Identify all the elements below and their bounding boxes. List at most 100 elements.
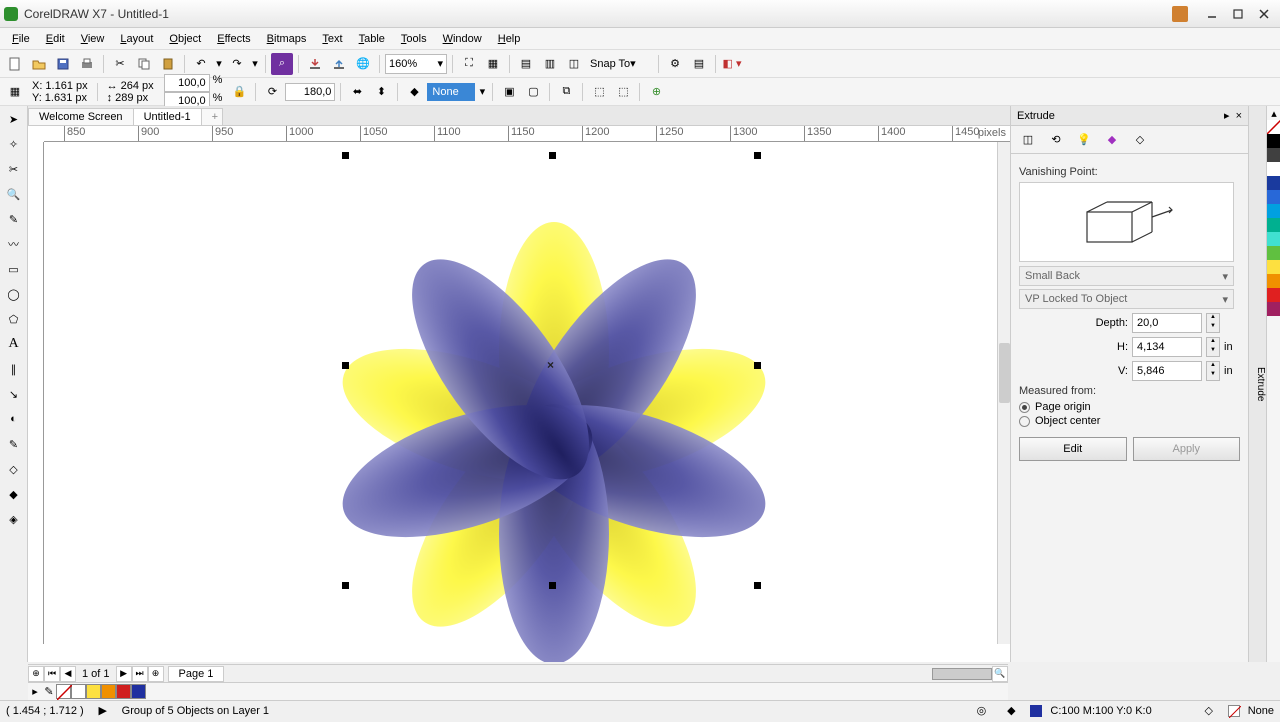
page-add2-icon[interactable]: ⊕ xyxy=(148,666,164,682)
connector-tool[interactable]: ↘ xyxy=(3,383,25,405)
page-next-icon[interactable]: ▶ xyxy=(116,666,132,682)
menu-bitmaps[interactable]: Bitmaps xyxy=(259,31,315,47)
artistic-tool[interactable]: 〰 xyxy=(3,233,25,255)
h-spinner[interactable]: ▲▼ xyxy=(1206,337,1220,357)
menu-effects[interactable]: Effects xyxy=(209,31,258,47)
publish-icon[interactable]: 🌐 xyxy=(352,53,374,75)
ungroup-all-icon[interactable]: ⬚ xyxy=(612,81,634,103)
open-icon[interactable] xyxy=(28,53,50,75)
doc-swatch[interactable] xyxy=(131,684,146,699)
selection-handle[interactable] xyxy=(754,362,761,369)
interactive-fill-tool[interactable]: ◈ xyxy=(3,508,25,530)
menu-help[interactable]: Help xyxy=(490,31,529,47)
menu-table[interactable]: Table xyxy=(351,31,393,47)
ungroup-icon[interactable]: ⬚ xyxy=(588,81,610,103)
redo-dropdown[interactable]: ▾ xyxy=(250,53,260,75)
search-icon[interactable]: ⌕ xyxy=(271,53,293,75)
scrollbar-vertical[interactable] xyxy=(997,142,1010,644)
guides-icon[interactable]: ▥ xyxy=(539,53,561,75)
menu-layout[interactable]: Layout xyxy=(112,31,161,47)
save-icon[interactable] xyxy=(52,53,74,75)
export-icon[interactable] xyxy=(328,53,350,75)
v-input[interactable] xyxy=(1132,361,1202,381)
maximize-button[interactable] xyxy=(1226,5,1250,23)
polygon-tool[interactable]: ⬠ xyxy=(3,308,25,330)
page-tab[interactable]: Page 1 xyxy=(168,666,225,682)
lock-ratio-icon[interactable]: 🔒 xyxy=(228,81,250,103)
fill-tool[interactable]: ◆ xyxy=(3,483,25,505)
page-prev-icon[interactable]: ◀ xyxy=(60,666,76,682)
palette-swatch[interactable] xyxy=(1267,246,1280,260)
wrap-icon[interactable]: ⧉ xyxy=(555,81,577,103)
status-fill-icon[interactable]: ◆ xyxy=(1000,700,1022,722)
depth-spinner[interactable]: ▲▼ xyxy=(1206,313,1220,333)
mirror-v-icon[interactable]: ⬍ xyxy=(370,81,392,103)
zoom-page-icon[interactable]: 🔍 xyxy=(992,666,1008,682)
print-icon[interactable] xyxy=(76,53,98,75)
launch-icon[interactable]: ▤ xyxy=(688,53,710,75)
to-back-icon[interactable]: ▢ xyxy=(522,81,544,103)
fullscreen-icon[interactable]: ⛶ xyxy=(458,53,480,75)
palette-swatch[interactable] xyxy=(1267,162,1280,176)
ellipse-tool[interactable]: ◯ xyxy=(3,283,25,305)
outline-tool[interactable]: ◇ xyxy=(3,458,25,480)
paste-icon[interactable] xyxy=(157,53,179,75)
preset-select[interactable]: Small Back▾ xyxy=(1019,266,1234,286)
undo-icon[interactable]: ↶ xyxy=(190,53,212,75)
fill-select[interactable]: None xyxy=(427,83,475,101)
palette-swatch[interactable] xyxy=(1267,232,1280,246)
doc-swatch[interactable] xyxy=(86,684,101,699)
extrude-camera-icon[interactable]: ◫ xyxy=(1017,129,1039,151)
snap-to-select[interactable]: Snap To ▾ xyxy=(587,54,653,74)
doc-swatch[interactable] xyxy=(71,684,86,699)
palette-swatch[interactable] xyxy=(1267,148,1280,162)
palette-swatch[interactable] xyxy=(1267,176,1280,190)
menu-tools[interactable]: Tools xyxy=(393,31,435,47)
parallel-tool[interactable]: ∥ xyxy=(3,358,25,380)
position-icon[interactable]: ▦ xyxy=(4,81,26,103)
menu-window[interactable]: Window xyxy=(435,31,490,47)
v-spinner[interactable]: ▲▼ xyxy=(1206,361,1220,381)
radio-object-center[interactable]: Object center xyxy=(1019,415,1240,427)
redo-icon[interactable]: ↷ xyxy=(226,53,248,75)
palette-swatch[interactable] xyxy=(1267,302,1280,316)
palette-swatch[interactable] xyxy=(1267,204,1280,218)
docker-side-tab[interactable]: Extrude xyxy=(1248,106,1266,662)
canvas[interactable]: × xyxy=(44,142,1010,662)
docker-close-icon[interactable]: × xyxy=(1236,110,1242,122)
snap-icon[interactable]: ◫ xyxy=(563,53,585,75)
menu-file[interactable]: File xyxy=(4,31,38,47)
palette-swatch[interactable] xyxy=(1267,134,1280,148)
palette-none-icon[interactable] xyxy=(1267,120,1280,134)
freehand-tool[interactable]: ✎ xyxy=(3,208,25,230)
radio-page-origin[interactable]: Page origin xyxy=(1019,401,1240,413)
scale-x-input[interactable] xyxy=(164,74,210,92)
status-outline-icon[interactable]: ◇ xyxy=(1198,700,1220,722)
extrude-rotation-icon[interactable]: ⟲ xyxy=(1045,129,1067,151)
rotation-input[interactable] xyxy=(285,83,335,101)
shape-tool[interactable]: ✧ xyxy=(3,133,25,155)
cut-icon[interactable]: ✂ xyxy=(109,53,131,75)
close-button[interactable] xyxy=(1252,5,1276,23)
fill-dropdown[interactable]: ▾ xyxy=(477,81,487,103)
selection-handle[interactable] xyxy=(342,362,349,369)
status-play-icon[interactable]: ▶ xyxy=(92,700,114,722)
mirror-h-icon[interactable]: ⬌ xyxy=(346,81,368,103)
zoom-tool[interactable]: 🔍 xyxy=(3,183,25,205)
alert-icon[interactable] xyxy=(1172,6,1188,22)
eyedropper-tool[interactable]: ✎ xyxy=(3,433,25,455)
palette-up-icon[interactable]: ▴ xyxy=(1267,106,1280,120)
extrude-color-icon[interactable]: ◆ xyxy=(1101,129,1123,151)
selection-handle[interactable] xyxy=(549,152,556,159)
scale-inputs[interactable]: % % xyxy=(160,74,227,110)
minimize-button[interactable] xyxy=(1200,5,1224,23)
menu-view[interactable]: View xyxy=(73,31,113,47)
page-last-icon[interactable]: ⏭ xyxy=(132,666,148,682)
extrude-light-icon[interactable]: 💡 xyxy=(1073,129,1095,151)
import-icon[interactable] xyxy=(304,53,326,75)
selection-handle[interactable] xyxy=(754,582,761,589)
options-icon[interactable]: ⚙ xyxy=(664,53,686,75)
palette-swatch[interactable] xyxy=(1267,190,1280,204)
palette-swatch[interactable] xyxy=(1267,274,1280,288)
page-add-icon[interactable]: ⊕ xyxy=(28,666,44,682)
